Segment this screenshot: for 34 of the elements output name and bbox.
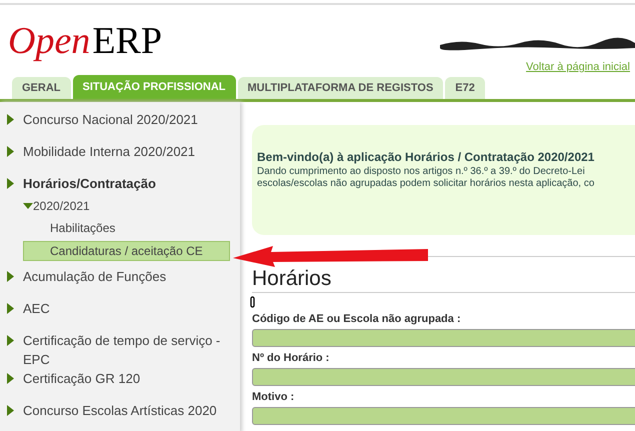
field-label: Código de AE ou Escola não agrupada : — [252, 312, 462, 326]
menu-item[interactable]: Habilitações — [23, 218, 230, 239]
collapsed-arrow-icon — [7, 114, 14, 125]
tab[interactable]: GERAL — [12, 77, 70, 99]
section-title: Horários — [252, 266, 332, 292]
input-field[interactable] — [252, 368, 635, 386]
collapsed-arrow-icon — [7, 303, 14, 314]
collapsed-arrow-icon — [7, 404, 14, 416]
menu-item[interactable]: Candidaturas / aceitação CE — [23, 240, 230, 262]
menu-item[interactable]: Concurso Nacional 2020/2021 — [23, 110, 198, 129]
menu-item[interactable]: AEC — [23, 299, 50, 318]
cursor-icon — [250, 296, 255, 308]
collapsed-arrow-icon — [7, 372, 14, 384]
menu-item[interactable]: 2020/2021 — [33, 196, 90, 215]
menu-item[interactable]: Horários/Contratação — [23, 174, 156, 193]
input-field[interactable] — [252, 407, 635, 425]
menu-item[interactable]: Mobilidade Interna 2020/2021 — [23, 142, 196, 161]
field-label: Nº do Horário : — [252, 351, 330, 365]
collapsed-arrow-icon — [7, 178, 14, 189]
menu-item[interactable]: Concurso Escolas Artísticas 2020 — [23, 400, 217, 420]
welcome-title: Bem-vindo(a) à aplicação Horários / Contratação 2020/2021 — [257, 149, 596, 166]
menu-item[interactable]: Certificação GR 120 — [23, 368, 140, 388]
menu-item[interactable]: Certificação de tempo de serviço - EPC — [23, 331, 240, 370]
logo: OpenERP — [8, 21, 162, 61]
welcome-text: Dando cumprimento ao disposto nos artigos n.º 36.º a 39.º do Decreto-Lei — [257, 166, 586, 178]
input-field[interactable] — [252, 329, 635, 347]
welcome-text: escolas/escolas não agrupadas podem solicitar horários nesta aplicação, co — [257, 178, 596, 190]
field-label: Motivo : — [252, 390, 296, 404]
tab[interactable]: MULTIPLATAFORMA DE REGISTOS — [238, 77, 444, 99]
collapsed-arrow-icon — [7, 271, 14, 282]
collapsed-arrow-icon — [7, 335, 14, 346]
tab[interactable]: E72 — [445, 77, 485, 99]
collapsed-arrow-icon — [7, 146, 14, 157]
menu-item[interactable]: Acumulação de Funções — [23, 267, 166, 286]
